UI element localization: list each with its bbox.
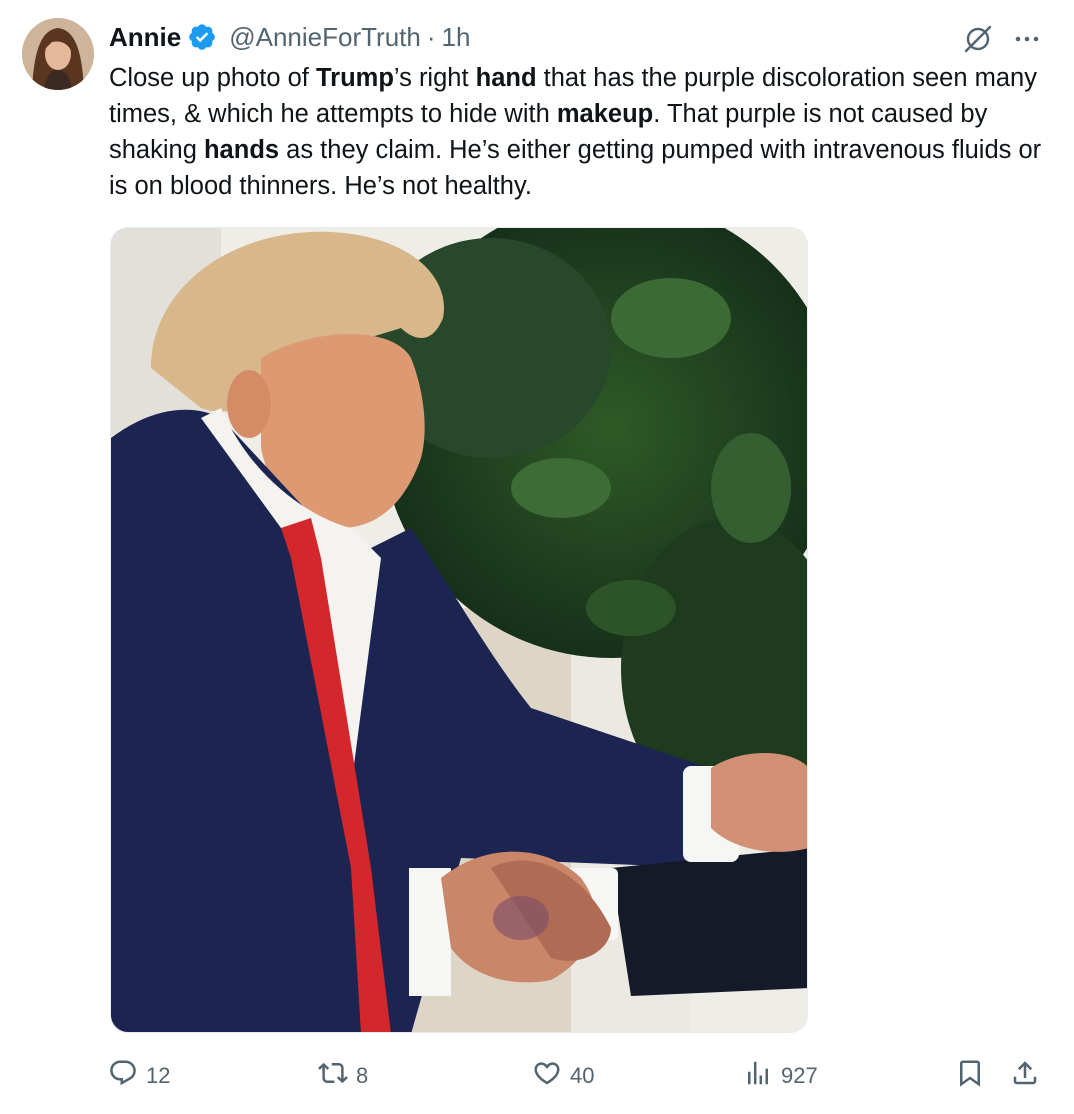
reply-button[interactable]: 12 xyxy=(108,1056,170,1096)
avatar[interactable] xyxy=(22,18,94,90)
grok-icon[interactable] xyxy=(961,22,995,56)
like-icon xyxy=(532,1058,562,1094)
repost-count: 8 xyxy=(356,1063,369,1088)
action-bar: 12 8 40 927 xyxy=(0,1056,1074,1096)
tweet-photo[interactable] xyxy=(110,227,808,1033)
tweet-text-bold: Trump xyxy=(315,64,394,92)
views-icon xyxy=(743,1058,773,1094)
more-icon[interactable] xyxy=(1010,22,1044,56)
tweet-text-bold: makeup xyxy=(556,100,654,128)
tweet-text-bold: hand xyxy=(475,64,537,92)
tweet-text: Close up photo of Trump’s right hand tha… xyxy=(109,60,1049,204)
timestamp[interactable]: 1h xyxy=(442,22,471,53)
repost-button[interactable]: 8 xyxy=(318,1056,368,1096)
like-count: 40 xyxy=(570,1063,595,1088)
author-handle[interactable]: @AnnieForTruth xyxy=(229,22,421,53)
verified-badge-icon xyxy=(187,22,217,52)
repost-icon xyxy=(318,1058,348,1094)
author-name[interactable]: Annie xyxy=(109,22,181,53)
tweet: Annie @AnnieForTruth · 1h Close up photo… xyxy=(0,0,1074,1114)
tweet-text-segment: ’s right xyxy=(393,64,476,92)
tweet-header: Annie @AnnieForTruth · 1h xyxy=(109,20,470,54)
share-icon xyxy=(1010,1058,1040,1094)
reply-icon xyxy=(108,1058,138,1094)
tweet-text-bold: hands xyxy=(203,136,280,164)
reply-count: 12 xyxy=(146,1063,171,1088)
tweet-text-segment: Close up photo of xyxy=(109,64,316,92)
bookmark-button[interactable] xyxy=(955,1056,985,1096)
views-count: 927 xyxy=(781,1063,818,1088)
views-button[interactable]: 927 xyxy=(743,1056,818,1096)
bookmark-icon xyxy=(955,1058,985,1094)
separator-dot: · xyxy=(426,21,436,52)
like-button[interactable]: 40 xyxy=(532,1056,594,1096)
share-button[interactable] xyxy=(1010,1056,1040,1096)
